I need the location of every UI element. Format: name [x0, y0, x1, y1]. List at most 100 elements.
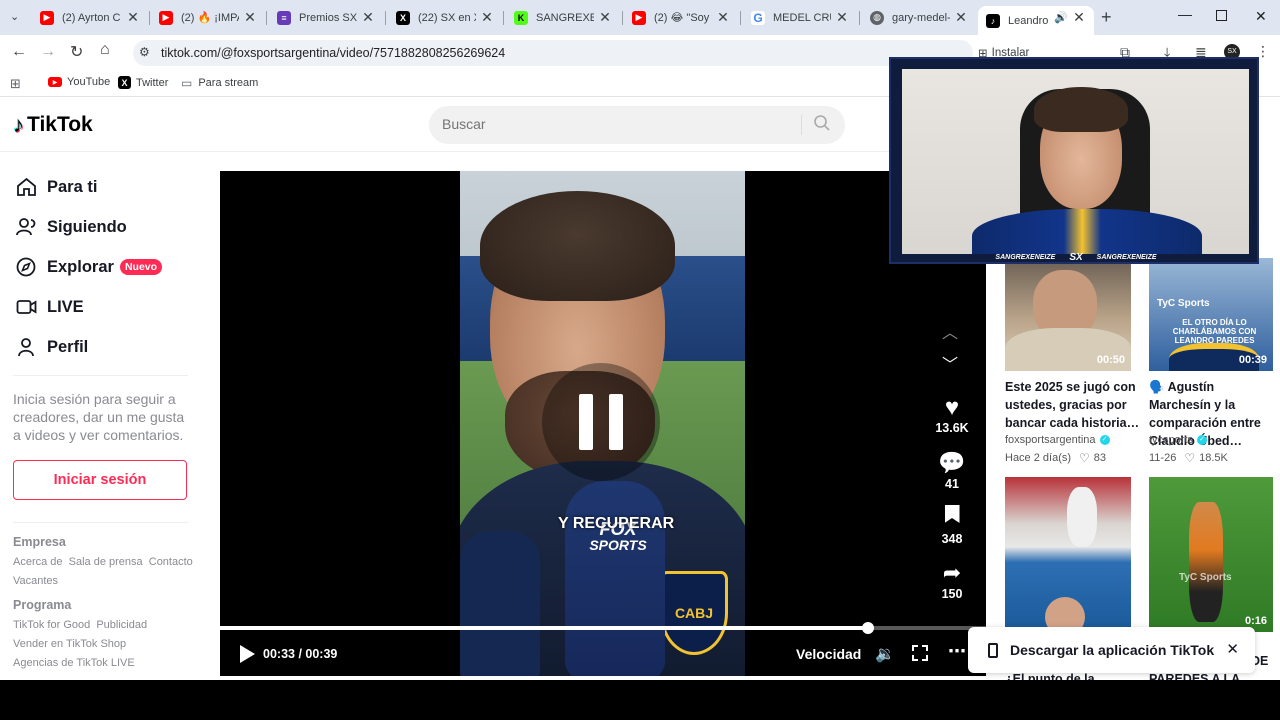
close-tab-icon[interactable]: ✕: [835, 10, 849, 24]
nav-item-explorar[interactable]: Explorar Nuevo: [16, 257, 163, 277]
play-icon[interactable]: [240, 645, 255, 663]
google-icon: G: [751, 10, 765, 25]
close-tab-icon[interactable]: ✕: [1072, 10, 1086, 24]
close-tab-icon[interactable]: ✕: [716, 10, 730, 24]
footer-links-empresa[interactable]: Acerca de Sala de prensa Contacto: [13, 556, 193, 568]
related-video-stats: Hace 2 día(s) ♡ 83: [1005, 451, 1107, 465]
comment-icon: 💬: [938, 450, 966, 475]
apps-grid-icon[interactable]: ⊞: [10, 76, 21, 92]
more-options-icon[interactable]: ⋯: [948, 641, 966, 662]
forms-icon: ≡: [277, 10, 291, 25]
header-divider: [0, 151, 900, 152]
footer-link-vacantes[interactable]: Vacantes: [13, 575, 58, 587]
boca-badge: CABJ: [660, 571, 728, 655]
profile-icon: [18, 338, 34, 357]
close-window-button[interactable]: ✕: [1255, 8, 1267, 25]
footer-link-live-agencies[interactable]: Agencias de TikTok LIVE: [13, 657, 135, 669]
reload-icon[interactable]: ↻: [70, 42, 83, 62]
restore-button[interactable]: [1216, 10, 1227, 21]
tiktok-icon: ♪: [13, 112, 24, 137]
close-tab-icon[interactable]: ✕: [126, 10, 140, 24]
fullscreen-icon[interactable]: [912, 645, 928, 661]
related-video-author[interactable]: tycsports ✓: [1149, 434, 1208, 446]
heart-outline-icon: ♡: [1184, 451, 1196, 465]
browser-tab[interactable]: K SANGREXENE ✕: [514, 6, 612, 29]
video-player[interactable]: CABJ FOX SPORTS Y RECUPERAR ︿ ﹀ 00:33 / …: [220, 171, 986, 676]
browser-tab[interactable]: ▶ (2) 🔥 ¡IMPA ✕: [159, 6, 257, 29]
back-arrow-icon[interactable]: ←: [11, 43, 27, 61]
nav-item-live[interactable]: LIVE: [16, 297, 84, 317]
browser-tab[interactable]: ≡ Premios SX 2 ✕: [277, 6, 375, 29]
close-tab-icon[interactable]: ✕: [954, 10, 968, 24]
footer-heading-empresa: Empresa: [13, 535, 66, 549]
close-tab-icon[interactable]: ✕: [480, 10, 494, 24]
nav-item-para-ti[interactable]: Para ti: [16, 177, 97, 197]
volume-icon[interactable]: 🔉: [875, 644, 895, 664]
bookmark-icon: [944, 505, 960, 523]
close-tab-icon[interactable]: ✕: [361, 10, 375, 24]
related-video-thumbnail[interactable]: 00:50: [1005, 258, 1131, 371]
home-icon: [17, 177, 36, 196]
browser-tab[interactable]: ▶ (2) 😂 "Soy C ✕: [632, 6, 730, 29]
forward-arrow-icon[interactable]: →: [40, 43, 56, 61]
comment-button[interactable]: 💬 41: [930, 449, 974, 491]
search-input[interactable]: [442, 116, 782, 132]
streamer-hair: [1034, 87, 1128, 132]
site-info-icon[interactable]: ⚙: [139, 45, 150, 59]
nav-item-siguiendo[interactable]: Siguiendo: [16, 217, 127, 237]
previous-video-chevron-icon[interactable]: ︿: [942, 319, 958, 343]
audio-playing-icon[interactable]: 🔊: [1054, 11, 1068, 24]
share-icon: ➦: [942, 560, 962, 585]
youtube-icon: ▶: [40, 10, 54, 25]
close-tab-icon[interactable]: ✕: [598, 10, 612, 24]
bookmark-folder[interactable]: ▭ Para stream: [181, 76, 258, 90]
related-video-author[interactable]: foxsportsargentina ✓: [1005, 434, 1110, 446]
related-video-thumbnail[interactable]: TyC Sports EL OTRO DÍA LO CHARLÁBAMOS CO…: [1149, 258, 1273, 371]
tiktok-logo[interactable]: ♪ TikTok: [13, 112, 93, 138]
heart-outline-icon: ♡: [1079, 451, 1090, 465]
search-box[interactable]: [429, 106, 845, 144]
browser-tab-active[interactable]: ♪ Leandro 🔊 ✕: [978, 6, 1094, 35]
pause-overlay-button[interactable]: [542, 363, 660, 481]
streamer-shirt: [972, 209, 1202, 254]
related-video-thumbnail[interactable]: [1005, 477, 1131, 632]
new-tab-button[interactable]: +: [1101, 7, 1112, 28]
login-button[interactable]: Iniciar sesión: [13, 460, 187, 500]
tyc-logo: TyC Sports: [1157, 298, 1210, 309]
close-tab-icon[interactable]: ✕: [243, 10, 257, 24]
thumbnail-overlay-text: EL OTRO DÍA LO CHARLÁBAMOS CON LEANDRO P…: [1172, 318, 1257, 345]
minimize-button[interactable]: —: [1178, 6, 1192, 22]
player-figure: [1067, 487, 1097, 547]
download-app-banner[interactable]: Descargar la aplicación TikTok ✕: [968, 627, 1255, 673]
like-button[interactable]: ♥ 13.6K: [930, 395, 974, 436]
related-video-caption[interactable]: Este 2025 se jugó con ustedes, gracias p…: [1005, 378, 1140, 432]
browser-tab[interactable]: ◍ gary-medel-l ✕: [870, 6, 968, 29]
browser-tab[interactable]: X (22) SX en X: ✕: [396, 6, 494, 29]
screen-bottom-bar: [0, 680, 1280, 720]
home-icon[interactable]: ⌂: [100, 41, 110, 59]
webcam-footer: SANGREXENEIZE SX SANGREXENEIZE: [995, 251, 1157, 263]
nav-item-perfil[interactable]: Perfil: [16, 337, 88, 357]
player-hair: [480, 191, 675, 301]
kick-icon: K: [514, 10, 528, 25]
progress-knob[interactable]: [862, 622, 875, 634]
search-icon[interactable]: [813, 114, 831, 132]
browser-tab-bar: ⌄ ▶ (2) Ayrton Co ✕ ▶ (2) 🔥 ¡IMPA ✕ ≡ Pr…: [0, 0, 1280, 35]
footer-links-programa[interactable]: TikTok for Good Publicidad: [13, 619, 147, 631]
progress-track[interactable]: [220, 622, 986, 634]
save-button[interactable]: 348: [930, 505, 974, 546]
share-button[interactable]: ➦ 150: [930, 559, 974, 601]
bookmark-twitter[interactable]: X Twitter: [118, 76, 168, 89]
related-video-thumbnail[interactable]: TyC Sports 0:16: [1149, 477, 1273, 632]
video-subtitle: Y RECUPERAR: [558, 515, 675, 532]
close-banner-icon[interactable]: ✕: [1226, 640, 1239, 658]
browser-tab[interactable]: G MEDEL CRUZ ✕: [751, 6, 849, 29]
speed-button[interactable]: Velocidad: [796, 646, 861, 662]
next-video-chevron-icon[interactable]: ﹀: [942, 351, 958, 375]
footer-link-shop[interactable]: Vender en TikTok Shop: [13, 638, 126, 650]
tab-search-button[interactable]: ⌄: [10, 10, 24, 24]
folder-icon: ▭: [181, 76, 193, 90]
bookmark-youtube[interactable]: ▶ YouTube: [48, 76, 110, 88]
youtube-icon: ▶: [48, 77, 62, 87]
browser-tab[interactable]: ▶ (2) Ayrton Co ✕: [40, 6, 140, 29]
